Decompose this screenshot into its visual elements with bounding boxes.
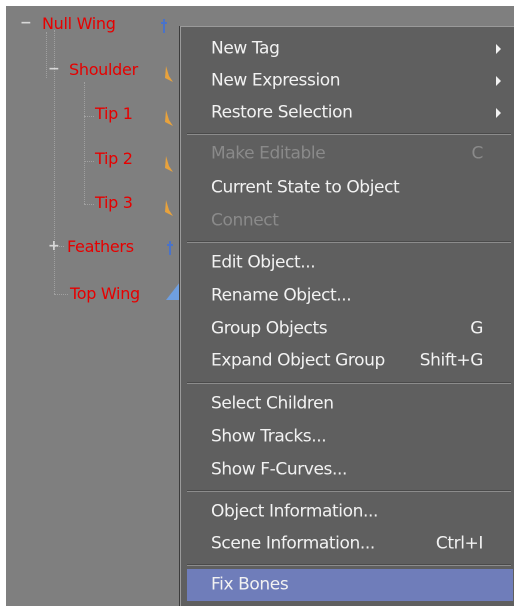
- menu-item-show-tracks[interactable]: Show Tracks...: [181, 421, 513, 453]
- bone-icon: [164, 110, 174, 126]
- object-name[interactable]: Feathers: [67, 237, 134, 256]
- menu-item-expand-object-group[interactable]: Expand Object Group Shift+G: [181, 345, 513, 377]
- menu-item-new-expression[interactable]: New Expression: [181, 65, 513, 97]
- menu-item-label: Make Editable: [211, 143, 326, 164]
- menu-item-label: Scene Information...: [211, 533, 375, 554]
- menu-item-label: New Expression: [211, 70, 341, 91]
- menu-item-label: Select Children: [211, 393, 334, 414]
- menu-item-new-tag[interactable]: New Tag: [181, 33, 513, 65]
- expand-toggle[interactable]: +: [48, 239, 60, 253]
- object-name[interactable]: Tip 3: [95, 193, 133, 212]
- null-icon: [160, 18, 168, 33]
- bone-icon: [164, 200, 174, 216]
- menu-item-fix-bones[interactable]: Fix Bones: [187, 569, 513, 601]
- menu-item-restore-selection[interactable]: Restore Selection: [181, 97, 513, 129]
- menu-separator: [187, 564, 511, 566]
- menu-item-label: New Tag: [211, 38, 280, 59]
- submenu-arrow-icon: [496, 76, 501, 86]
- object-name[interactable]: Tip 2: [95, 149, 133, 168]
- tree-line: [84, 204, 94, 205]
- object-name[interactable]: Top Wing: [70, 284, 140, 303]
- menu-item-label: Restore Selection: [211, 102, 353, 123]
- menu-item-label: Rename Object...: [211, 285, 352, 306]
- menu-item-connect[interactable]: Connect: [181, 205, 513, 237]
- tree-line: [84, 161, 94, 162]
- context-menu: New Tag New Expression Restore Selection…: [180, 26, 514, 606]
- object-name[interactable]: Tip 1: [95, 104, 133, 123]
- tree-line: [54, 294, 68, 295]
- tree-line: [84, 82, 85, 204]
- menu-separator: [187, 241, 511, 243]
- menu-item-show-f-curves[interactable]: Show F-Curves...: [181, 454, 513, 486]
- bone-icon: [164, 66, 174, 82]
- object-name[interactable]: Shoulder: [69, 60, 138, 79]
- collapse-toggle[interactable]: −: [20, 16, 32, 30]
- menu-item-rename-object[interactable]: Rename Object...: [181, 280, 513, 312]
- menu-item-shortcut: C: [471, 143, 484, 164]
- null-icon: [166, 240, 174, 255]
- menu-item-select-children[interactable]: Select Children: [181, 388, 513, 420]
- menu-separator: [187, 382, 511, 384]
- menu-item-label: Group Objects: [211, 318, 328, 339]
- collapse-toggle[interactable]: −: [48, 62, 60, 76]
- object-tree: − Null Wing − Shoulder Tip 1 Tip 2 Tip 3…: [6, 6, 206, 606]
- submenu-arrow-icon: [496, 108, 501, 118]
- tree-line: [84, 116, 94, 117]
- object-name[interactable]: Null Wing: [42, 14, 116, 33]
- menu-item-label: Fix Bones: [211, 574, 289, 595]
- menu-item-label: Connect: [211, 210, 279, 231]
- menu-item-make-editable[interactable]: Make Editable C: [181, 138, 513, 170]
- menu-item-current-state-to-object[interactable]: Current State to Object: [181, 172, 513, 204]
- menu-item-label: Object Information...: [211, 501, 378, 522]
- tree-line: [46, 32, 47, 78]
- menu-item-label: Expand Object Group: [211, 350, 385, 371]
- menu-item-edit-object[interactable]: Edit Object...: [181, 247, 513, 279]
- menu-item-shortcut: Ctrl+I: [435, 533, 484, 554]
- menu-item-group-objects[interactable]: Group Objects G: [181, 313, 513, 345]
- menu-item-label: Current State to Object: [211, 177, 400, 198]
- menu-item-shortcut: Shift+G: [419, 350, 484, 371]
- object-manager: − Null Wing − Shoulder Tip 1 Tip 2 Tip 3…: [6, 6, 514, 606]
- bone-icon: [164, 156, 174, 172]
- menu-separator: [187, 490, 511, 492]
- menu-item-label: Show Tracks...: [211, 426, 327, 447]
- submenu-arrow-icon: [496, 44, 501, 54]
- menu-separator: [187, 133, 511, 135]
- menu-item-scene-information[interactable]: Scene Information... Ctrl+I: [181, 528, 513, 560]
- menu-item-object-information[interactable]: Object Information...: [181, 496, 513, 528]
- menu-item-shortcut: G: [470, 318, 483, 339]
- menu-item-label: Edit Object...: [211, 252, 316, 273]
- menu-item-label: Show F-Curves...: [211, 459, 348, 480]
